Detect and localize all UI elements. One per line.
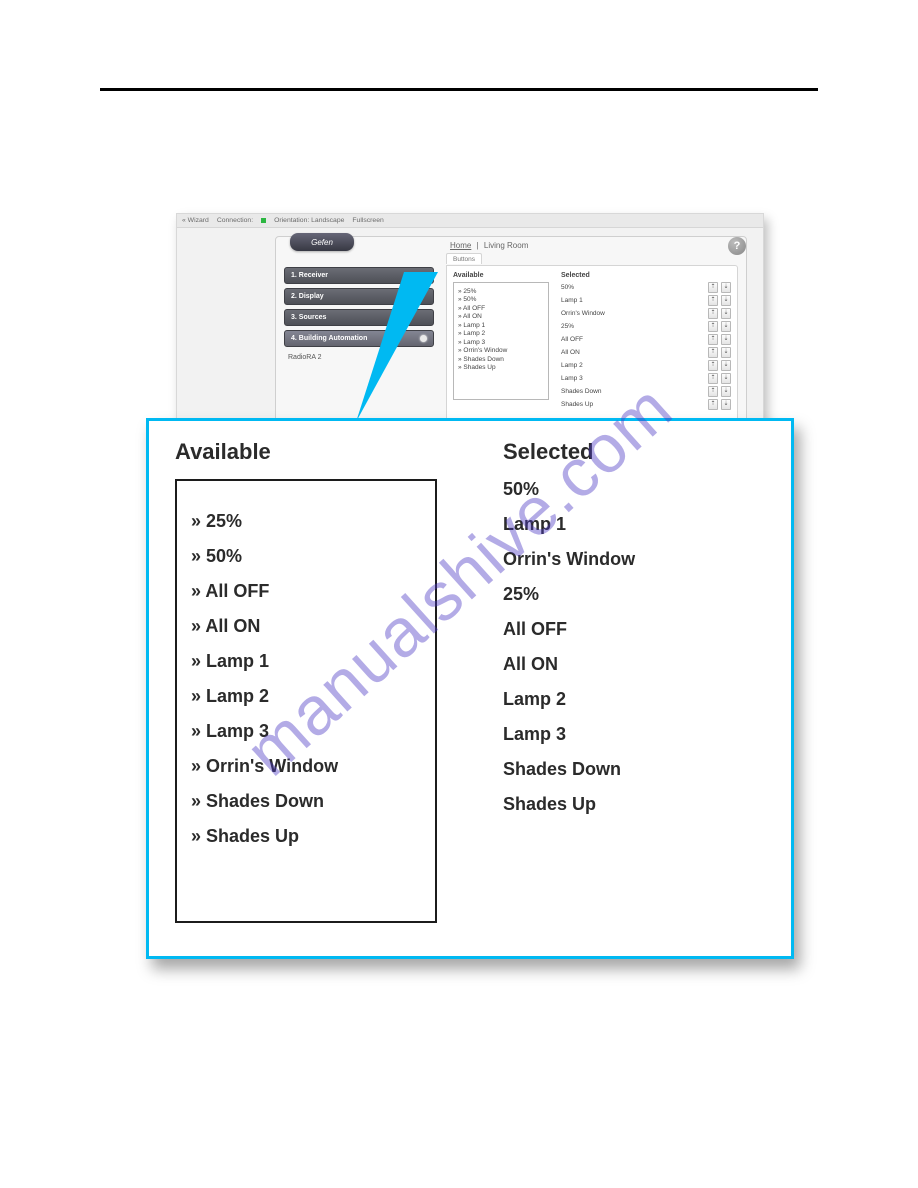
reorder-buttons: ⇡⇣ xyxy=(708,334,731,345)
reorder-buttons: ⇡⇣ xyxy=(708,308,731,319)
reorder-buttons: ⇡⇣ xyxy=(708,360,731,371)
list-item[interactable]: Orrin's Window xyxy=(503,549,765,570)
move-down-button[interactable]: ⇣ xyxy=(721,399,731,410)
list-item[interactable]: » Orrin's Window xyxy=(191,756,421,777)
list-item[interactable]: Lamp 2 xyxy=(503,689,765,710)
move-down-button[interactable]: ⇣ xyxy=(721,373,731,384)
move-up-button[interactable]: ⇡ xyxy=(708,321,718,332)
zoom-available-header: Available xyxy=(175,439,437,465)
help-icon[interactable]: ? xyxy=(728,237,746,255)
move-up-button[interactable]: ⇡ xyxy=(708,308,718,319)
move-up-button[interactable]: ⇡ xyxy=(708,334,718,345)
reorder-buttons: ⇡⇣ xyxy=(708,295,731,306)
move-down-button[interactable]: ⇣ xyxy=(721,295,731,306)
list-item[interactable]: » 25% xyxy=(191,511,421,532)
breadcrumb-sep: | xyxy=(474,241,482,250)
move-down-button[interactable]: ⇣ xyxy=(721,386,731,397)
breadcrumb: Home | Living Room xyxy=(450,241,528,250)
breadcrumb-home[interactable]: Home xyxy=(450,241,471,250)
wizard-link[interactable]: « Wizard xyxy=(182,217,209,224)
move-up-button[interactable]: ⇡ xyxy=(708,373,718,384)
list-item[interactable]: » All OFF xyxy=(191,581,421,602)
sidebar-item-label: 3. Sources xyxy=(291,314,326,321)
move-up-button[interactable]: ⇡ xyxy=(708,386,718,397)
reorder-buttons: ⇡⇣ xyxy=(708,386,731,397)
reorder-buttons: ⇡⇣ xyxy=(708,321,731,332)
zoom-available-column: Available » 25% » 50% » All OFF » All ON… xyxy=(175,439,437,946)
list-item[interactable]: 25% xyxy=(503,584,765,605)
move-up-button[interactable]: ⇡ xyxy=(708,360,718,371)
move-up-button[interactable]: ⇡ xyxy=(708,347,718,358)
list-item[interactable]: 50% xyxy=(503,479,765,500)
list-item[interactable]: Shades Up xyxy=(503,794,765,815)
list-item[interactable]: » Shades Up xyxy=(191,826,421,847)
breadcrumb-room: Living Room xyxy=(484,241,528,250)
reorder-buttons: ⇡⇣ xyxy=(708,373,731,384)
list-item[interactable]: Lamp 3 xyxy=(503,724,765,745)
zoom-callout: Available » 25% » 50% » All OFF » All ON… xyxy=(146,418,794,959)
list-item[interactable]: Lamp 1 xyxy=(503,514,765,535)
move-down-button[interactable]: ⇣ xyxy=(721,347,731,358)
sidebar-item-label: 2. Display xyxy=(291,293,324,300)
reorder-buttons: ⇡⇣ xyxy=(708,399,731,410)
list-item[interactable]: » 50% xyxy=(191,546,421,567)
zoom-available-listbox[interactable]: » 25% » 50% » All OFF » All ON » Lamp 1 … xyxy=(175,479,437,923)
move-up-button[interactable]: ⇡ xyxy=(708,282,718,293)
orientation-label: Orientation: Landscape xyxy=(274,217,344,224)
reorder-buttons: ⇡⇣ xyxy=(708,282,731,293)
move-down-button[interactable]: ⇣ xyxy=(721,282,731,293)
reorder-buttons: ⇡⇣ xyxy=(708,347,731,358)
list-item[interactable]: All OFF xyxy=(503,619,765,640)
page-divider xyxy=(100,88,818,91)
sidebar-item-label: 1. Receiver xyxy=(291,272,328,279)
move-down-button[interactable]: ⇣ xyxy=(721,360,731,371)
fullscreen-link[interactable]: Fullscreen xyxy=(352,217,383,224)
connection-status-icon xyxy=(261,218,266,223)
zoom-selected-column: Selected 50% Lamp 1 Orrin's Window 25% A… xyxy=(503,439,765,946)
brand-logo: Gefen xyxy=(290,233,354,251)
list-item[interactable]: » Shades Down xyxy=(191,791,421,812)
move-down-button[interactable]: ⇣ xyxy=(721,321,731,332)
tab-buttons[interactable]: Buttons xyxy=(446,253,482,264)
zoom-selected-header: Selected xyxy=(503,439,765,465)
window-topbar: « Wizard Connection: Orientation: Landsc… xyxy=(177,214,763,228)
list-item[interactable]: » Lamp 2 xyxy=(191,686,421,707)
list-item[interactable]: » All ON xyxy=(191,616,421,637)
list-item[interactable]: Shades Down xyxy=(503,759,765,780)
list-item[interactable]: All ON xyxy=(503,654,765,675)
move-down-button[interactable]: ⇣ xyxy=(721,308,731,319)
move-up-button[interactable]: ⇡ xyxy=(708,399,718,410)
move-up-button[interactable]: ⇡ xyxy=(708,295,718,306)
list-item[interactable]: » Lamp 1 xyxy=(191,651,421,672)
connection-label: Connection: xyxy=(217,217,253,224)
move-down-button[interactable]: ⇣ xyxy=(721,334,731,345)
list-item[interactable]: » Lamp 3 xyxy=(191,721,421,742)
